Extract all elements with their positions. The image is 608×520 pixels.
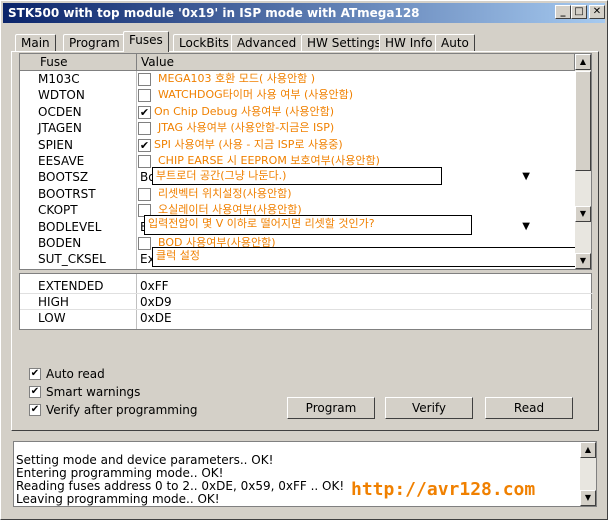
- grid-scrollbar[interactable]: ▲ ▼ ▼: [575, 54, 591, 269]
- smart-warnings-checkbox[interactable]: ✔: [29, 386, 41, 398]
- fuse-name: CKOPT: [38, 203, 78, 217]
- scroll-down-icon[interactable]: ▼: [575, 253, 591, 269]
- grid-header: Fuse Value: [20, 54, 575, 71]
- fuse-checkbox[interactable]: [138, 155, 151, 168]
- fuse-byte-row: HIGH 0xD9: [20, 294, 593, 310]
- fuse-byte-name: EXTENDED: [38, 279, 104, 293]
- tab-program[interactable]: Program: [63, 34, 126, 52]
- fuse-grid: Fuse Value M103C MEGA103 호환 모드( 사용안함 ) WDT…: [19, 53, 592, 270]
- log-line: Leaving programming mode.. OK!: [16, 492, 220, 506]
- fuse-row: BOOTSZ Bo ▼ 부트로더 공간(그냥 나둔다.): [20, 167, 575, 185]
- fuse-checkbox[interactable]: ✔: [138, 139, 151, 152]
- annotation-label: SPI 사용여부 (사용 - 지금 ISP로 사용중): [154, 138, 343, 151]
- fuse-row: WDTON WATCHDOG타이머 사용 여부 (사용안함): [20, 87, 575, 103]
- fuse-bytes-grid: EXTENDED 0xFF HIGH 0xD9 LOW 0xDE: [19, 273, 593, 330]
- fuse-byte-row: EXTENDED 0xFF: [20, 278, 593, 294]
- tab-hw-settings[interactable]: HW Settings: [301, 34, 387, 52]
- annotation-label: WATCHDOG타이머 사용 여부 (사용안함): [158, 88, 354, 101]
- auto-read-checkbox[interactable]: ✔: [29, 368, 41, 380]
- fuse-row: M103C MEGA103 호환 모드( 사용안함 ): [20, 71, 575, 87]
- read-button[interactable]: Read: [485, 397, 573, 419]
- fuse-name: SUT_CKSEL: [38, 252, 106, 266]
- title-bar: STK500 with top module '0x19' in ISP mod…: [3, 3, 605, 23]
- chevron-down-icon[interactable]: ▼: [522, 169, 530, 185]
- scroll-thumb[interactable]: [575, 71, 591, 171]
- fuse-name: SPIEN: [38, 138, 73, 152]
- maximize-button[interactable]: □: [571, 5, 587, 19]
- scroll-down-icon[interactable]: ▼: [580, 490, 596, 506]
- verify-after-programming-label: Verify after programming: [46, 403, 198, 417]
- window-title: STK500 with top module '0x19' in ISP mod…: [8, 6, 420, 20]
- tab-auto[interactable]: Auto: [435, 34, 475, 52]
- annotation-popup: 클럭 설정: [152, 247, 580, 267]
- fuse-row: SUT_CKSELEx▼클럭 설정: [20, 247, 580, 267]
- log-scrollbar[interactable]: ▲ ▼: [580, 442, 596, 506]
- fuse-checkbox[interactable]: ✔: [138, 106, 151, 119]
- fuse-byte-value[interactable]: 0xDE: [140, 310, 172, 326]
- fuse-name: BOOTSZ: [38, 170, 89, 184]
- fuse-row: SPIEN ✔ SPI 사용여부 (사용 - 지금 ISP로 사용중): [20, 137, 575, 153]
- watermark-url: http://avr128.com: [351, 479, 536, 500]
- fuse-name: EESAVE: [38, 154, 85, 168]
- col-header-fuse: Fuse: [20, 54, 137, 71]
- fuse-name: M103C: [38, 72, 80, 86]
- program-button[interactable]: Program: [287, 397, 375, 419]
- close-button[interactable]: ✕: [589, 5, 605, 19]
- fuse-byte-name: HIGH: [38, 295, 69, 309]
- fuse-checkbox[interactable]: [138, 89, 151, 102]
- fuse-row: JTAGEN JTAG 사용여부 (사용안함-지금은 ISP): [20, 120, 575, 136]
- annotation-popup: 부트로더 공간(그냥 나둔다.): [152, 167, 442, 185]
- annotation-popup: 입력전압이 몇 V 이하로 떨어지면 리셋할 것인가?: [144, 215, 472, 235]
- scroll-up-icon[interactable]: ▲: [575, 54, 591, 70]
- stk500-window: STK500 with top module '0x19' in ISP mod…: [0, 0, 608, 520]
- fuse-checkbox[interactable]: [138, 122, 151, 135]
- annotation-label: JTAG 사용여부 (사용안함-지금은 ISP): [158, 121, 335, 134]
- fuse-row: OCDEN ✔ On Chip Debug 사용여부 (사용안함): [20, 104, 575, 120]
- fuse-name: BODEN: [38, 236, 82, 250]
- fuse-name: BOOTRST: [38, 187, 96, 201]
- fuse-byte-value[interactable]: 0xD9: [140, 294, 172, 310]
- smart-warnings-label: Smart warnings: [46, 385, 141, 399]
- annotation-label: On Chip Debug 사용여부 (사용안함): [154, 105, 335, 118]
- chevron-down-icon[interactable]: ▼: [522, 219, 530, 235]
- fuse-checkbox[interactable]: [138, 188, 151, 201]
- fuse-row: BODLEVELB▼입력전압이 몇 V 이하로 떨어지면 리셋할 것인가?: [20, 215, 575, 235]
- fuse-row: BOOTRST 리셋벡터 위치설정(사용안함): [20, 186, 575, 202]
- fuse-name: JTAGEN: [38, 121, 82, 135]
- tab-advanced[interactable]: Advanced: [231, 34, 303, 52]
- fuse-name: OCDEN: [38, 105, 82, 119]
- verify-button[interactable]: Verify: [385, 397, 473, 419]
- tab-main[interactable]: Main: [15, 34, 56, 52]
- fuse-name: BODLEVEL: [38, 220, 102, 234]
- auto-read-label: Auto read: [46, 367, 105, 381]
- fuse-byte-row: LOW 0xDE: [20, 310, 593, 326]
- verify-after-programming-checkbox[interactable]: ✔: [29, 404, 41, 416]
- tab-lockbits[interactable]: LockBits: [173, 34, 235, 52]
- scroll-down-icon[interactable]: ▼: [575, 206, 591, 222]
- minimize-button[interactable]: _: [555, 5, 571, 19]
- tab-hw-info[interactable]: HW Info: [379, 34, 439, 52]
- tab-fuses[interactable]: Fuses: [123, 31, 169, 52]
- fuse-checkbox[interactable]: [138, 237, 151, 250]
- fuse-byte-value[interactable]: 0xFF: [140, 278, 169, 294]
- annotation-label: 리셋벡터 위치설정(사용안함): [158, 187, 292, 200]
- fuse-checkbox[interactable]: [138, 73, 151, 86]
- fuse-name: WDTON: [38, 88, 85, 102]
- scroll-up-icon[interactable]: ▲: [580, 442, 596, 458]
- annotation-label: MEGA103 호환 모드( 사용안함 ): [158, 72, 316, 85]
- fuse-byte-name: LOW: [38, 311, 66, 325]
- col-header-value: Value: [137, 54, 575, 71]
